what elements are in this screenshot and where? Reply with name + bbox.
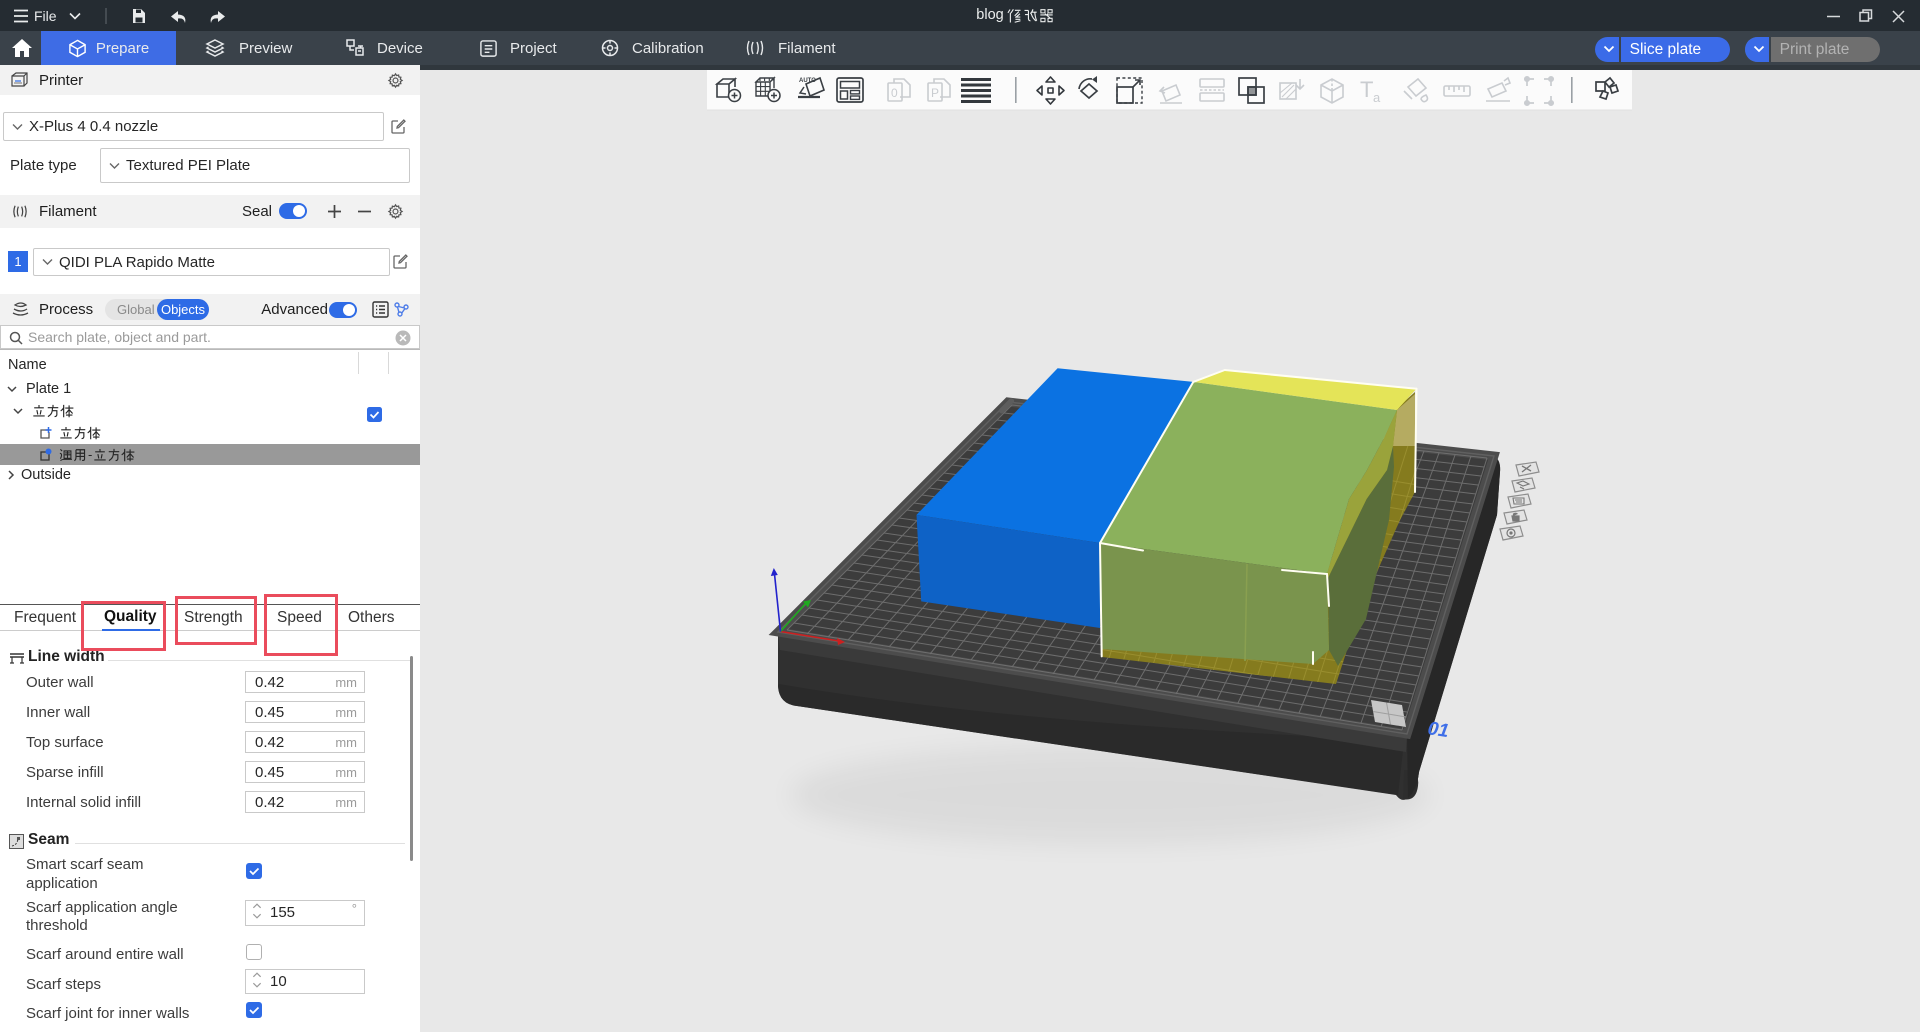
svg-text:a: a	[1373, 90, 1381, 105]
svg-text:File: File	[34, 8, 57, 24]
svg-text:0: 0	[891, 86, 898, 100]
svg-text:P: P	[931, 86, 939, 100]
svg-text:T: T	[1360, 77, 1373, 102]
svg-text:AUTO: AUTO	[799, 78, 816, 84]
svg-text:01: 01	[1426, 718, 1450, 742]
